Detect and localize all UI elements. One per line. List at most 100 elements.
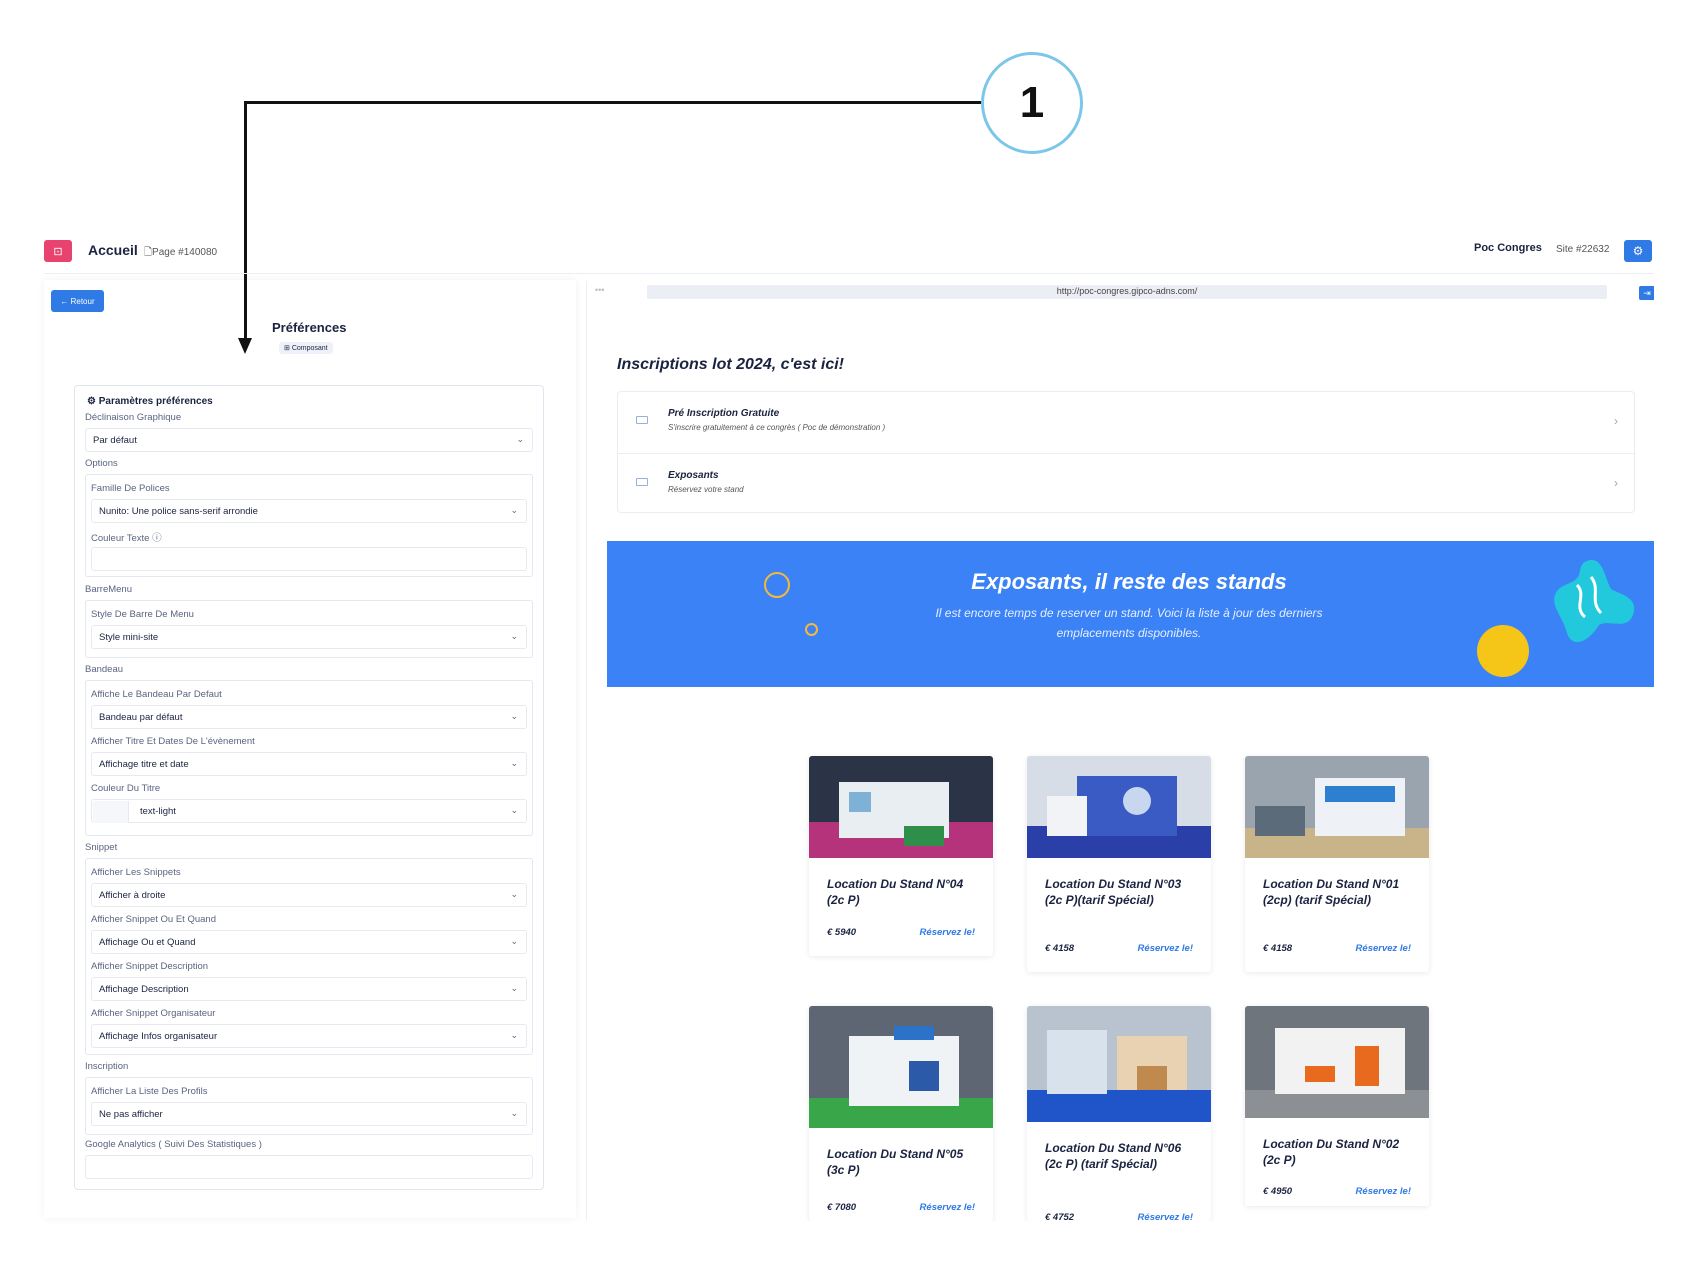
registration-title: Exposants xyxy=(668,470,719,481)
snippet-section-label: Snippet xyxy=(85,842,118,853)
show-snippets-label: Afficher Les Snippets xyxy=(91,867,181,878)
stand-price: € 4158 xyxy=(1263,943,1293,954)
stand-photo xyxy=(1027,756,1211,858)
font-family-select[interactable]: Nunito: Une police sans-serif arrondie ⌄ xyxy=(91,499,527,523)
gear-icon: ⚙ xyxy=(87,396,99,407)
snippet-where-select[interactable]: Affichage Ou et Quand ⌄ xyxy=(91,930,527,954)
font-family-value: Nunito: Une police sans-serif arrondie xyxy=(99,506,258,517)
site-id: Site #22632 xyxy=(1556,244,1610,255)
reserve-link[interactable]: Réservez le! xyxy=(920,927,975,938)
chevron-down-icon: ⌄ xyxy=(510,889,518,899)
profiles-value: Ne pas afficher xyxy=(99,1109,163,1120)
color-swatch[interactable] xyxy=(93,801,129,823)
snippet-org-label: Afficher Snippet Organisateur xyxy=(91,1008,216,1019)
window-dots-icon: ••• xyxy=(595,285,605,295)
title-dates-value: Affichage titre et date xyxy=(99,759,189,770)
page-reference: 🗋Page #140080 xyxy=(144,245,217,262)
stand-title: Location Du Stand N°02 (2c P) xyxy=(1263,1137,1400,1167)
stand-card[interactable]: Location Du Stand N°02 (2c P) € 4950 Rés… xyxy=(1245,1006,1429,1206)
page-reference-text: Page #140080 xyxy=(152,247,218,258)
bandeau-section-label: Bandeau xyxy=(85,664,124,675)
inscription-section-label: Inscription xyxy=(85,1061,129,1072)
show-snippets-select[interactable]: Afficher à droite ⌄ xyxy=(91,883,527,907)
component-icon: ⊞ xyxy=(284,345,292,352)
exit-preview-icon[interactable]: ⇥ xyxy=(1639,286,1654,300)
reserve-link[interactable]: Réservez le! xyxy=(1138,943,1193,954)
component-badge: ⊞ Composant xyxy=(279,342,333,354)
registration-item[interactable]: Pré Inscription Gratuite S'inscrire grat… xyxy=(618,392,1636,452)
stand-card[interactable]: Location Du Stand N°05 (3c P) € 7080 Rés… xyxy=(809,1006,993,1221)
stand-photo xyxy=(1245,756,1429,858)
chevron-down-icon: ⌄ xyxy=(510,1030,518,1040)
back-button[interactable]: ← Retour xyxy=(51,290,104,312)
chevron-down-icon: ⌄ xyxy=(510,1108,518,1118)
decorative-ring-icon xyxy=(805,623,818,636)
page-doc-icon: 🗋 xyxy=(144,247,153,258)
barremenu-section-label: BarreMenu xyxy=(85,584,132,595)
component-badge-label: Composant xyxy=(291,345,328,352)
chevron-right-icon: › xyxy=(1614,414,1618,428)
snippet-desc-select[interactable]: Affichage Description ⌄ xyxy=(91,977,527,1001)
stand-card[interactable]: Location Du Stand N°04 (2c P) € 5940 Rés… xyxy=(809,756,993,956)
options-group: Famille De Polices Nunito: Une police sa… xyxy=(85,474,533,577)
stand-photo xyxy=(809,1006,993,1128)
text-color-label: Couleur Texte ⓘ xyxy=(91,530,162,544)
title-color-label: Couleur Du Titre xyxy=(91,783,161,794)
reserve-link[interactable]: Réservez le! xyxy=(1138,1212,1193,1221)
help-icon[interactable]: ⓘ xyxy=(149,533,162,544)
title-color-select[interactable]: text-light ⌄ xyxy=(91,799,527,823)
app-logo-icon[interactable]: ⊡ xyxy=(44,240,72,262)
snippet-group: Afficher Les Snippets Afficher à droite ⌄… xyxy=(85,858,533,1055)
menu-style-label: Style De Barre De Menu xyxy=(91,609,194,620)
google-analytics-input[interactable] xyxy=(85,1155,533,1179)
title-dates-select[interactable]: Affichage titre et date ⌄ xyxy=(91,752,527,776)
chevron-down-icon: ⌄ xyxy=(510,936,518,946)
callout-line xyxy=(244,101,983,104)
stand-card[interactable]: Location Du Stand N°06 (2c P) (tarif Spé… xyxy=(1027,1006,1211,1221)
registrations-heading: Inscriptions lot 2024, c'est ici! xyxy=(617,356,844,373)
font-family-label: Famille De Polices xyxy=(91,483,170,494)
registration-title: Pré Inscription Gratuite xyxy=(668,408,780,419)
chevron-down-icon: ⌄ xyxy=(510,505,518,515)
bandeau-default-value: Bandeau par défaut xyxy=(99,712,183,723)
declinaison-select[interactable]: Par défaut ⌄ xyxy=(85,428,533,452)
registration-subtitle: S'inscrire gratuitement à ce congrès ( P… xyxy=(668,423,886,432)
registration-subtitle: Réservez votre stand xyxy=(668,485,744,494)
reserve-link[interactable]: Réservez le! xyxy=(1356,943,1411,954)
bandeau-default-label: Affiche Le Bandeau Par Defaut xyxy=(91,689,222,700)
panel-header-label: Paramètres préférences xyxy=(98,396,213,407)
reserve-link[interactable]: Réservez le! xyxy=(1356,1186,1411,1197)
stand-photo xyxy=(809,756,993,858)
stand-price: € 7080 xyxy=(827,1202,857,1213)
registration-item[interactable]: Exposants Réservez votre stand › xyxy=(618,453,1636,513)
text-color-input[interactable] xyxy=(91,547,527,571)
title-color-value: text-light xyxy=(140,806,176,817)
decorative-sun-icon xyxy=(1477,625,1529,677)
stand-title: Location Du Stand N°06 (2c P) (tarif Spé… xyxy=(1045,1141,1182,1171)
ticket-icon xyxy=(636,478,648,486)
snippet-org-select[interactable]: Affichage Infos organisateur ⌄ xyxy=(91,1024,527,1048)
stand-card[interactable]: Location Du Stand N°01 (2cp) (tarif Spéc… xyxy=(1245,756,1429,972)
chevron-right-icon: › xyxy=(1614,476,1618,490)
stand-card[interactable]: Location Du Stand N°03 (2c P)(tarif Spéc… xyxy=(1027,756,1211,972)
url-bar[interactable]: http://poc-congres.gipco-adns.com/ xyxy=(647,285,1607,299)
stand-price: € 4950 xyxy=(1263,1186,1293,1197)
profiles-select[interactable]: Ne pas afficher ⌄ xyxy=(91,1102,527,1126)
menu-style-select[interactable]: Style mini-site ⌄ xyxy=(91,625,527,649)
bandeau-default-select[interactable]: Bandeau par défaut ⌄ xyxy=(91,705,527,729)
top-bar: ⊡ Accueil 🗋Page #140080 Poc Congres Site… xyxy=(44,236,1654,274)
declinaison-value: Par défaut xyxy=(93,435,137,446)
reserve-link[interactable]: Réservez le! xyxy=(920,1202,975,1213)
chevron-down-icon: ⌄ xyxy=(516,434,524,444)
snippet-org-value: Affichage Infos organisateur xyxy=(99,1031,218,1042)
settings-gear-icon[interactable]: ⚙ xyxy=(1624,240,1652,262)
preferences-title: Préférences xyxy=(272,320,347,335)
site-name: Poc Congres xyxy=(1474,242,1542,254)
ticket-icon xyxy=(636,416,648,424)
exhibitors-banner: Exposants, il reste des stands Il est en… xyxy=(607,541,1654,687)
stand-price: € 4752 xyxy=(1045,1212,1075,1221)
options-section-label: Options xyxy=(85,458,118,469)
registration-list: Pré Inscription Gratuite S'inscrire grat… xyxy=(617,391,1636,513)
profiles-label: Afficher La Liste Des Profils xyxy=(91,1086,208,1097)
snippet-desc-value: Affichage Description xyxy=(99,984,189,995)
